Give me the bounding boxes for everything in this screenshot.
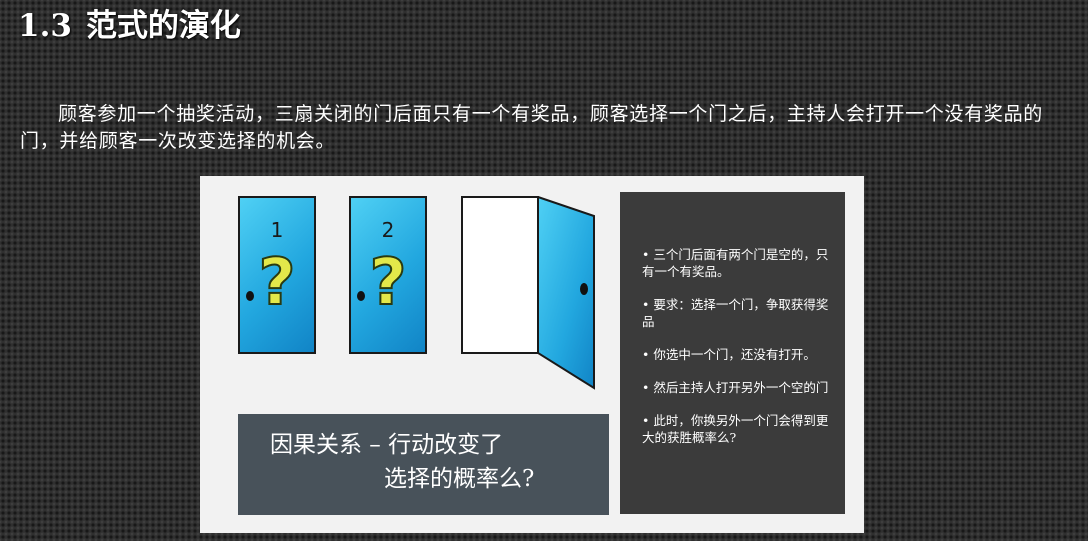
note-item: • 要求：选择一个门，争取获得奖品 xyxy=(642,297,829,329)
notes-panel: • 三个门后面有两个门是空的，只有一个有奖品。 • 要求：选择一个门，争取获得奖… xyxy=(620,192,845,514)
caption-line-1: 因果关系 – 行动改变了 xyxy=(270,432,504,458)
door-1: 1 ? xyxy=(238,196,316,354)
intro-paragraph: 顾客参加一个抽奖活动，三扇关闭的门后面只有一个有奖品，顾客选择一个门之后，主持人… xyxy=(20,103,1044,152)
question-mark-icon: ? xyxy=(257,246,296,320)
door-knob xyxy=(357,291,365,301)
note-item: • 三个门后面有两个门是空的，只有一个有奖品。 xyxy=(642,247,829,279)
note-item: • 然后主持人打开另外一个空的门 xyxy=(642,380,829,395)
door-2: 2 ? xyxy=(349,196,427,354)
slide-title: 1.3 范式的演化 xyxy=(18,4,241,48)
door-2-number: 2 xyxy=(381,218,395,242)
caption-line-2: 选择的概率么? xyxy=(384,466,535,492)
monty-hall-figure: 1 ? 2 ? 因果关系 – 行动改变了 选择的概率么? • 三个门后面有两个门… xyxy=(200,176,864,533)
door-knob xyxy=(580,283,588,295)
open-door-frame xyxy=(461,196,539,354)
door-1-number: 1 xyxy=(270,218,284,242)
question-mark-icon: ? xyxy=(368,246,407,320)
note-item: • 此时，你换另外一个门会得到更大的获胜概率么? xyxy=(642,413,829,445)
door-knob xyxy=(246,291,254,301)
section-number: 1.3 xyxy=(18,8,72,44)
caption-box: 因果关系 – 行动改变了 选择的概率么? xyxy=(238,414,609,515)
note-item: • 你选中一个门，还没有打开。 xyxy=(642,347,816,362)
section-title: 范式的演化 xyxy=(85,8,241,44)
open-door-icon xyxy=(537,196,595,390)
